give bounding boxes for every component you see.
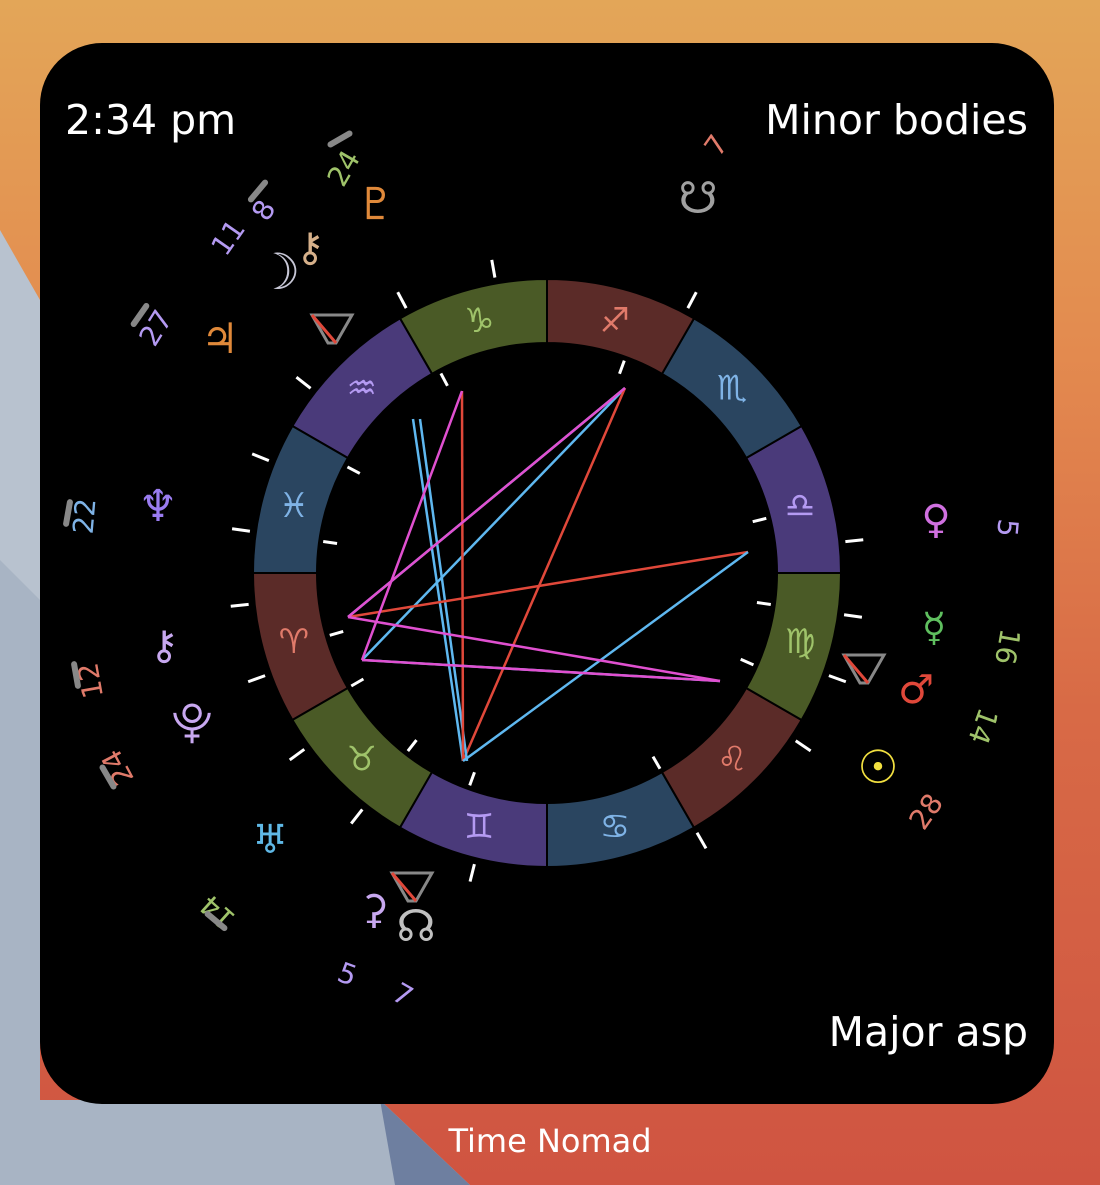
venus-icon: ♀ bbox=[921, 497, 950, 543]
aspect-marker bbox=[309, 313, 355, 345]
degree-tick bbox=[490, 259, 497, 278]
zodiac-glyph-scorpio: ♏ bbox=[717, 369, 747, 409]
natal-chart-wheel: ♈♉♊ ♋♌♍♎♏♐♑♒♓ ♇24⚷8☽11♃27♆22⚷12⯓24♅14 ⚳5☊7… bbox=[63, 129, 1027, 1014]
mars-icon: ♂ bbox=[898, 667, 934, 713]
inner-tick bbox=[740, 657, 755, 667]
degree-tick bbox=[295, 376, 312, 390]
uranus-icon: ♅ bbox=[252, 817, 288, 863]
north-node-icon: ☊ bbox=[396, 901, 435, 952]
degree-tick bbox=[230, 602, 249, 608]
degree-tick bbox=[288, 748, 306, 762]
aspect-marker bbox=[389, 871, 435, 903]
mercury-icon: ☿ bbox=[922, 605, 947, 651]
zodiac-glyph-taurus: ♉ bbox=[346, 739, 376, 779]
planet-mercury[interactable]: ☿ 16 bbox=[922, 605, 1027, 667]
degree-tick bbox=[828, 674, 847, 684]
aspect-line bbox=[411, 418, 465, 762]
planet-jupiter[interactable]: ♃27 bbox=[133, 304, 239, 363]
degree-tick bbox=[350, 808, 364, 825]
degree-tick bbox=[251, 452, 270, 463]
degree-tick bbox=[794, 739, 812, 753]
planet-north-node[interactable]: ☊7 bbox=[387, 901, 436, 1014]
aspect-line bbox=[461, 387, 627, 762]
app-name-label: Time Nomad bbox=[448, 1122, 652, 1160]
degree-label-mercury: 16 bbox=[988, 626, 1027, 667]
planet-uranus[interactable]: ♅14 bbox=[193, 817, 288, 936]
neptune-icon: ♆ bbox=[138, 481, 177, 532]
degree-label-ceres: 5 bbox=[333, 956, 361, 993]
zodiac-glyph-leo: ♌ bbox=[717, 739, 747, 779]
pluto-icon: ♇ bbox=[356, 179, 395, 230]
inner-tick bbox=[618, 360, 626, 375]
zodiac-glyph-libra: ♎ bbox=[785, 486, 815, 526]
south-node-icon: ☋ bbox=[678, 173, 717, 224]
degree-tick bbox=[468, 863, 476, 882]
chiron-icon: ⚷ bbox=[149, 623, 178, 669]
zodiac-glyph-aquarius: ♒ bbox=[346, 369, 376, 409]
sun-icon: ☉ bbox=[857, 740, 898, 794]
zodiac-glyph-aries: ♈ bbox=[279, 622, 309, 662]
degree-label-south-node: 7 bbox=[698, 129, 735, 163]
planet-chiron[interactable]: ⚷12 bbox=[71, 623, 178, 701]
inner-tick bbox=[329, 629, 344, 637]
zodiac-glyph-sagittarius: ♐ bbox=[600, 301, 630, 341]
time-nomad-widget[interactable]: ♈ ♉ ♊ ♋ ♌ ♍ ♎ ♏ ♐ ♑ ♒ ♓ ♇ 24 ⚷ 8 ☽ 11 ♃ 27 ♆ 22 ⚷ 12 ⯓ 24 ♅ 14 ⚳ 5 ☊ 7… bbox=[40, 43, 1054, 1104]
aspect-line bbox=[347, 550, 749, 619]
zodiac-glyph-gemini: ♊ bbox=[464, 807, 494, 847]
planet-sun[interactable]: ☉28 bbox=[857, 740, 950, 836]
inner-tick bbox=[468, 771, 476, 786]
zodiac-glyph-cancer: ♋ bbox=[600, 807, 630, 847]
degree-label-sun: 28 bbox=[902, 787, 949, 835]
planet-neptune[interactable]: ♆22 bbox=[67, 481, 178, 535]
aspect-line bbox=[460, 390, 465, 762]
degree-tick bbox=[845, 538, 864, 544]
degree-tick bbox=[231, 527, 251, 533]
degree-tick bbox=[247, 674, 266, 684]
time-label: 2:34 pm bbox=[65, 96, 237, 144]
degree-tick bbox=[695, 832, 708, 850]
zodiac-glyph-pisces: ♓ bbox=[279, 486, 309, 526]
aspect-line bbox=[418, 418, 469, 762]
degree-label-moon: 11 bbox=[204, 213, 251, 261]
zodiac-glyph-virgo: ♍ bbox=[785, 622, 815, 662]
inner-tick bbox=[406, 739, 418, 753]
planet-south-node[interactable]: ☋7 bbox=[678, 129, 734, 224]
inner-tick bbox=[322, 540, 338, 545]
aspect-line bbox=[347, 615, 721, 683]
degree-tick bbox=[843, 613, 863, 619]
inner-tick bbox=[350, 677, 365, 688]
jupiter-icon: ♃ bbox=[201, 314, 239, 363]
aspects-toggle[interactable]: Major asp bbox=[829, 1012, 1028, 1053]
aspect-line bbox=[347, 387, 626, 618]
inner-tick bbox=[756, 601, 772, 606]
planet-ceres[interactable]: ⚳5 bbox=[333, 887, 388, 993]
degree-label-uranus: 14 bbox=[193, 888, 242, 936]
planet-pluto-alt[interactable]: ⯓24 bbox=[95, 698, 213, 791]
planet-pluto[interactable]: ♇24 bbox=[321, 145, 396, 230]
minor-bodies-toggle[interactable]: Minor bodies bbox=[765, 100, 1028, 141]
inner-tick bbox=[346, 465, 361, 475]
degree-label-north-node: 7 bbox=[387, 976, 419, 1013]
zodiac-glyph-capricorn: ♑ bbox=[464, 301, 494, 341]
aspect-marker bbox=[841, 653, 887, 685]
planet-venus[interactable]: ♀ 5 bbox=[921, 497, 1024, 543]
ceres-icon: ⚳ bbox=[359, 887, 388, 933]
degree-label-venus: 5 bbox=[990, 518, 1024, 539]
degree-label-mars: 14 bbox=[961, 704, 1004, 749]
inner-tick bbox=[752, 516, 767, 524]
moon-icon: ☽ bbox=[256, 243, 301, 301]
degree-tick bbox=[396, 291, 408, 309]
inner-tick bbox=[439, 372, 449, 387]
planet-moon[interactable]: ☽11 bbox=[204, 213, 300, 301]
aspect-line bbox=[462, 550, 749, 763]
planet-mars[interactable]: ♂ 14 bbox=[898, 667, 1004, 749]
pluto-alt-icon: ⯓ bbox=[171, 698, 212, 747]
inner-tick bbox=[651, 755, 662, 770]
aspect-line bbox=[361, 387, 626, 661]
degree-tick bbox=[686, 291, 698, 309]
